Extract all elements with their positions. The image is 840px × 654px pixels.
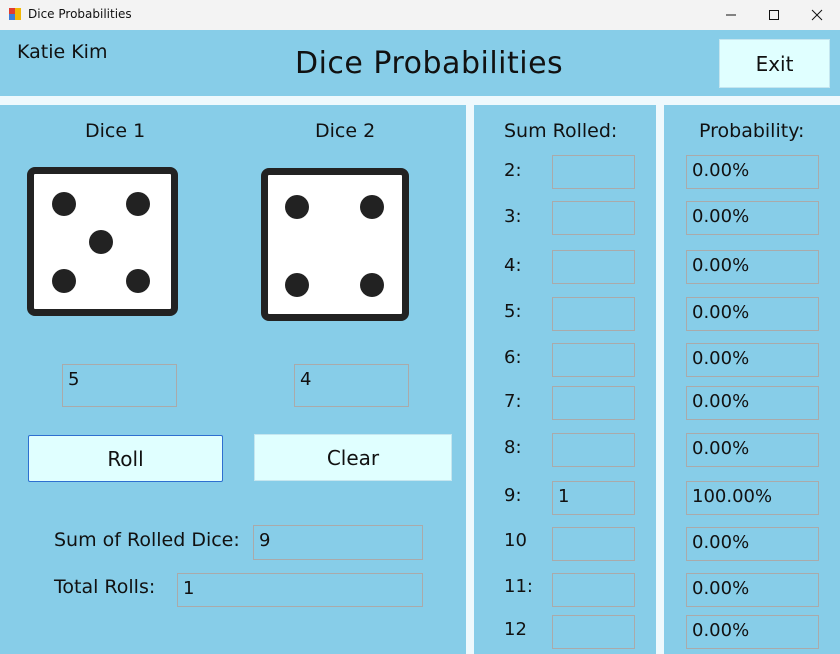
- probability-field[interactable]: 0.00%: [686, 297, 819, 331]
- sum-label: 7:: [504, 391, 522, 412]
- sum-count-field[interactable]: 1: [552, 481, 635, 515]
- die2-value-field[interactable]: 4: [294, 364, 409, 407]
- die1-value-field[interactable]: 5: [62, 364, 177, 407]
- user-name: Katie Kim: [17, 41, 108, 63]
- sum-count-field[interactable]: [552, 615, 635, 649]
- app-icon: [9, 8, 21, 20]
- page-title: Dice Probabilities: [295, 46, 564, 81]
- probability-field[interactable]: 0.00%: [686, 155, 819, 189]
- probability-field[interactable]: 0.00%: [686, 250, 819, 284]
- sum-label: 4:: [504, 255, 522, 276]
- window-title: Dice Probabilities: [28, 7, 132, 21]
- probability-field[interactable]: 0.00%: [686, 386, 819, 420]
- die2-image: [261, 168, 409, 321]
- sum-label: 5:: [504, 301, 522, 322]
- sum-label: 3:: [504, 206, 522, 227]
- roll-button[interactable]: Roll: [28, 435, 223, 482]
- sum-count-field[interactable]: [552, 343, 635, 377]
- sum-rolled-field[interactable]: 9: [253, 525, 423, 560]
- middle-panel-divider: [656, 96, 664, 654]
- probability-field[interactable]: 100.00%: [686, 481, 819, 515]
- sum-count-field[interactable]: [552, 573, 635, 607]
- sum-label: 10: [504, 530, 527, 551]
- probability-header: Probability:: [699, 120, 805, 142]
- probability-field[interactable]: 0.00%: [686, 573, 819, 607]
- die1-image: [27, 167, 178, 316]
- probability-field[interactable]: 0.00%: [686, 201, 819, 235]
- total-rolls-label: Total Rolls:: [54, 576, 156, 598]
- minimize-button[interactable]: [708, 0, 754, 30]
- probability-field[interactable]: 0.00%: [686, 615, 819, 649]
- minimize-icon: [726, 14, 736, 16]
- probability-field[interactable]: 0.00%: [686, 433, 819, 467]
- sum-label: 6:: [504, 347, 522, 368]
- probability-field[interactable]: 0.00%: [686, 343, 819, 377]
- sum-label: 9:: [504, 485, 522, 506]
- maximize-icon: [769, 10, 779, 20]
- exit-button[interactable]: Exit: [719, 39, 830, 88]
- sum-count-field[interactable]: [552, 433, 635, 467]
- probability-field[interactable]: 0.00%: [686, 527, 819, 561]
- left-panel-divider: [466, 96, 474, 654]
- window-titlebar: Dice Probabilities: [0, 0, 840, 30]
- sum-rolled-header: Sum Rolled:: [504, 120, 618, 142]
- sum-count-field[interactable]: [552, 527, 635, 561]
- header-divider: [0, 96, 840, 105]
- sum-count-field[interactable]: [552, 297, 635, 331]
- sum-count-field[interactable]: [552, 155, 635, 189]
- sum-label: 2:: [504, 160, 522, 181]
- sum-label: 12: [504, 619, 527, 640]
- die1-label: Dice 1: [85, 120, 146, 142]
- sum-label: 11:: [504, 576, 533, 597]
- die2-label: Dice 2: [315, 120, 376, 142]
- sum-label: 8:: [504, 437, 522, 458]
- sum-count-field[interactable]: [552, 201, 635, 235]
- sum-rolled-label: Sum of Rolled Dice:: [54, 529, 240, 551]
- sum-count-field[interactable]: [552, 250, 635, 284]
- sum-count-field[interactable]: [552, 386, 635, 420]
- close-window-button[interactable]: [794, 0, 840, 30]
- close-icon: [811, 9, 823, 21]
- maximize-button[interactable]: [751, 0, 797, 30]
- clear-button[interactable]: Clear: [254, 434, 452, 481]
- total-rolls-field[interactable]: 1: [177, 573, 423, 607]
